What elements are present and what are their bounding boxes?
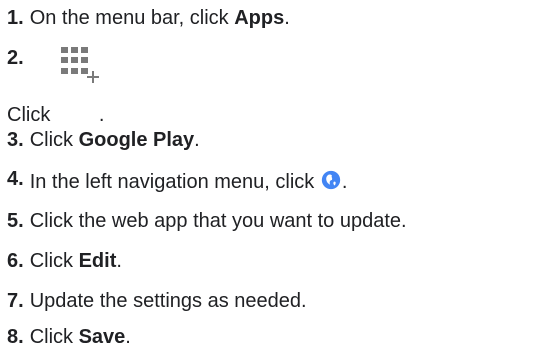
- step-text: Update the settings as needed.: [29, 290, 307, 312]
- apps-plus-icon: [59, 47, 99, 123]
- step-text: Click: [29, 129, 79, 151]
- step-4: 4. In the left navigation menu, click .: [7, 167, 347, 197]
- step-number: 6.: [7, 250, 24, 272]
- step-punct: .: [284, 7, 290, 29]
- step-punct: .: [341, 171, 348, 193]
- step-5: 5. Click the web app that you want to upd…: [7, 209, 407, 233]
- step-8: 8. Click Save.: [7, 325, 131, 349]
- step-punct: .: [125, 326, 131, 348]
- step-bold-google-play: Google Play: [78, 129, 195, 151]
- step-number: 4.: [7, 168, 24, 190]
- step-text: Click: [7, 104, 56, 126]
- step-punct: .: [98, 104, 105, 126]
- step-text: On the menu bar, click: [29, 7, 235, 29]
- step-text: Click: [29, 326, 79, 348]
- step-text: Click the web app that you want to updat…: [29, 210, 407, 232]
- step-text: Click: [29, 250, 79, 272]
- step-1: 1. On the menu bar, click Apps.: [7, 6, 290, 30]
- step-number: 5.: [7, 210, 24, 232]
- step-3: 3. Click Google Play.: [7, 128, 200, 152]
- step-bold-apps: Apps: [234, 7, 285, 29]
- step-bold-save: Save: [78, 326, 126, 348]
- instruction-steps: 1. On the menu bar, click Apps. 2. Click …: [0, 0, 548, 352]
- step-bold-edit: Edit: [78, 250, 117, 272]
- step-number: 7.: [7, 290, 24, 312]
- step-6: 6. Click Edit.: [7, 249, 122, 273]
- step-punct: .: [116, 250, 122, 272]
- step-number: 8.: [7, 326, 24, 348]
- step-punct: .: [194, 129, 200, 151]
- step-2: Click .: [7, 47, 105, 127]
- step-text: In the left navigation menu, click: [29, 171, 320, 193]
- step-number: 3.: [7, 129, 24, 151]
- step-2-number: 2.: [7, 47, 24, 69]
- step-7: 7. Update the settings as needed.: [7, 289, 307, 313]
- globe-icon: [320, 169, 342, 197]
- step-number: 1.: [7, 7, 24, 29]
